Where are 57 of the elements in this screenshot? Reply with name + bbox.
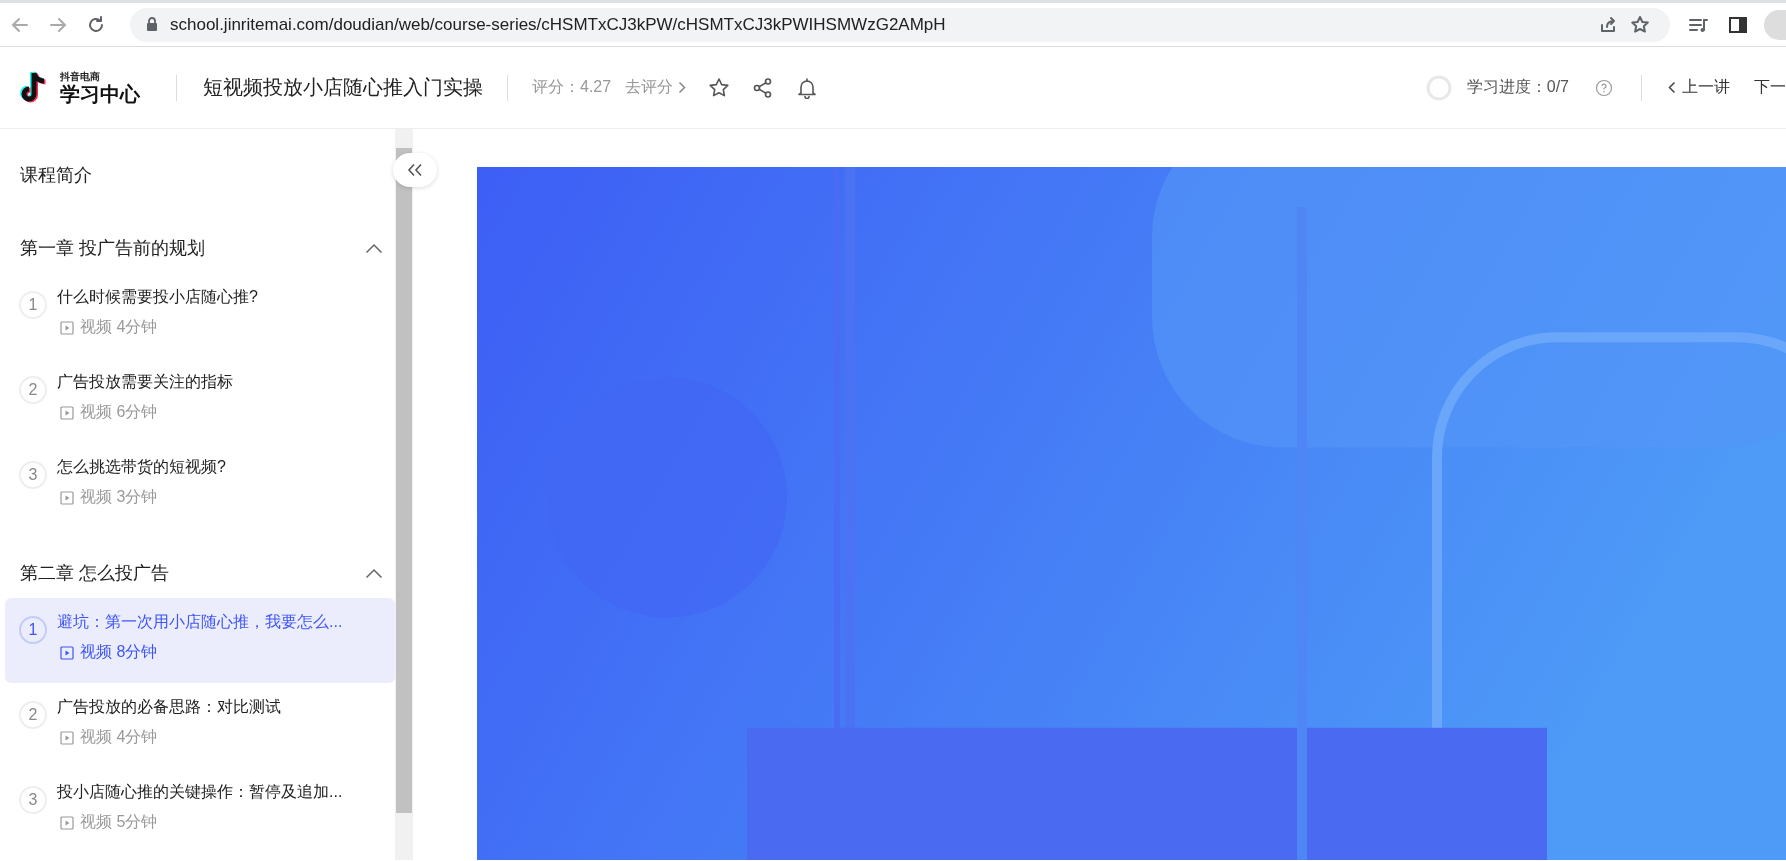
lesson-item[interactable]: 1 什么时候需要投小店随心推? 视频 4分钟 bbox=[5, 273, 395, 358]
chapter-title[interactable]: 第一章 投广告前的规划 bbox=[20, 236, 205, 260]
lesson-number: 3 bbox=[19, 786, 47, 814]
double-chevron-left-icon bbox=[407, 163, 423, 177]
chevron-right-icon[interactable] bbox=[678, 81, 687, 94]
lesson-duration: 视频 6分钟 bbox=[80, 402, 158, 422]
lesson-duration: 视频 5分钟 bbox=[80, 812, 158, 832]
lesson-item[interactable]: 2 广告投放需要关注的指标 视频 6分钟 bbox=[5, 358, 395, 443]
lesson-item[interactable]: 3 投小店随心推的关键操作：暂停及追加... 视频 5分钟 bbox=[5, 768, 395, 853]
lesson-item[interactable]: 2 广告投放的必备思路：对比测试 视频 4分钟 bbox=[5, 683, 395, 768]
lesson-title: 广告投放的必备思路：对比测试 bbox=[57, 697, 281, 717]
lesson-duration: 视频 4分钟 bbox=[80, 727, 158, 747]
previous-lesson-link[interactable]: 上一讲 bbox=[1668, 77, 1730, 98]
lesson-title: 避坑：第一次用小店随心推，我要怎么... bbox=[57, 612, 343, 632]
play-icon bbox=[60, 490, 74, 505]
lesson-number: 1 bbox=[19, 291, 47, 319]
scrollbar[interactable] bbox=[395, 129, 413, 860]
chevron-up-icon[interactable] bbox=[365, 567, 383, 579]
chevron-up-icon[interactable] bbox=[365, 242, 383, 254]
lesson-number: 3 bbox=[19, 461, 47, 489]
address-bar[interactable]: school.jinritemai.com/doudian/web/course-series/cHSMTxCJ3kPW/cHSMTxCJ3kPWIHSMWzG2AMpH bbox=[130, 7, 1670, 42]
lesson-duration: 视频 4分钟 bbox=[80, 317, 158, 337]
lesson-number: 2 bbox=[19, 701, 47, 729]
lesson-title: 怎么挑选带货的短视频? bbox=[57, 457, 226, 477]
progress-text: 学习进度：0/7 bbox=[1466, 77, 1569, 97]
lesson-number: 1 bbox=[19, 616, 47, 644]
lesson-duration: 视频 8分钟 bbox=[80, 642, 158, 662]
bell-icon[interactable] bbox=[796, 76, 819, 99]
chapter-title[interactable]: 第二章 怎么投广告 bbox=[20, 561, 169, 585]
lock-icon bbox=[146, 17, 158, 32]
rating-text: 评分：4.27 bbox=[532, 77, 612, 97]
chevron-left-icon bbox=[1668, 81, 1676, 94]
share-icon[interactable] bbox=[1598, 14, 1618, 35]
play-icon bbox=[60, 815, 74, 830]
play-icon bbox=[60, 645, 74, 660]
lesson-duration: 视频 3分钟 bbox=[80, 487, 158, 507]
url-text: school.jinritemai.com/doudian/web/course-series/cHSMTxCJ3kPW/cHSMTxCJ3kPWIHSMWzG2AMpH bbox=[170, 14, 946, 35]
logo-title: 学习中心 bbox=[60, 83, 140, 104]
collapse-button[interactable] bbox=[393, 153, 437, 187]
course-intro-link[interactable]: 课程简介 bbox=[5, 129, 395, 203]
lesson-item[interactable]: 3 怎么挑选带货的短视频? 视频 3分钟 bbox=[5, 443, 395, 528]
side-panel-icon[interactable] bbox=[1728, 14, 1748, 35]
star-icon[interactable] bbox=[1630, 14, 1650, 35]
lesson-title: 广告投放需要关注的指标 bbox=[57, 372, 233, 392]
lesson-title: 什么时候需要投小店随心推? bbox=[57, 287, 258, 307]
play-icon bbox=[60, 320, 74, 335]
play-icon bbox=[60, 730, 74, 745]
star-icon[interactable] bbox=[708, 76, 731, 99]
play-icon bbox=[60, 405, 74, 420]
lesson-item[interactable]: 1 避坑：第一次用小店随心推，我要怎么... 视频 8分钟 bbox=[5, 598, 395, 683]
course-title: 短视频投放小店随心推入门实操 bbox=[203, 75, 483, 100]
reload-icon[interactable] bbox=[86, 14, 106, 35]
lesson-title: 投小店随心推的关键操作：暂停及追加... bbox=[57, 782, 343, 802]
logo-subtitle: 抖音电商 bbox=[60, 71, 101, 82]
lesson-number: 2 bbox=[19, 376, 47, 404]
help-icon[interactable] bbox=[1595, 78, 1613, 97]
next-lesson-link[interactable]: 下一 bbox=[1754, 77, 1786, 98]
